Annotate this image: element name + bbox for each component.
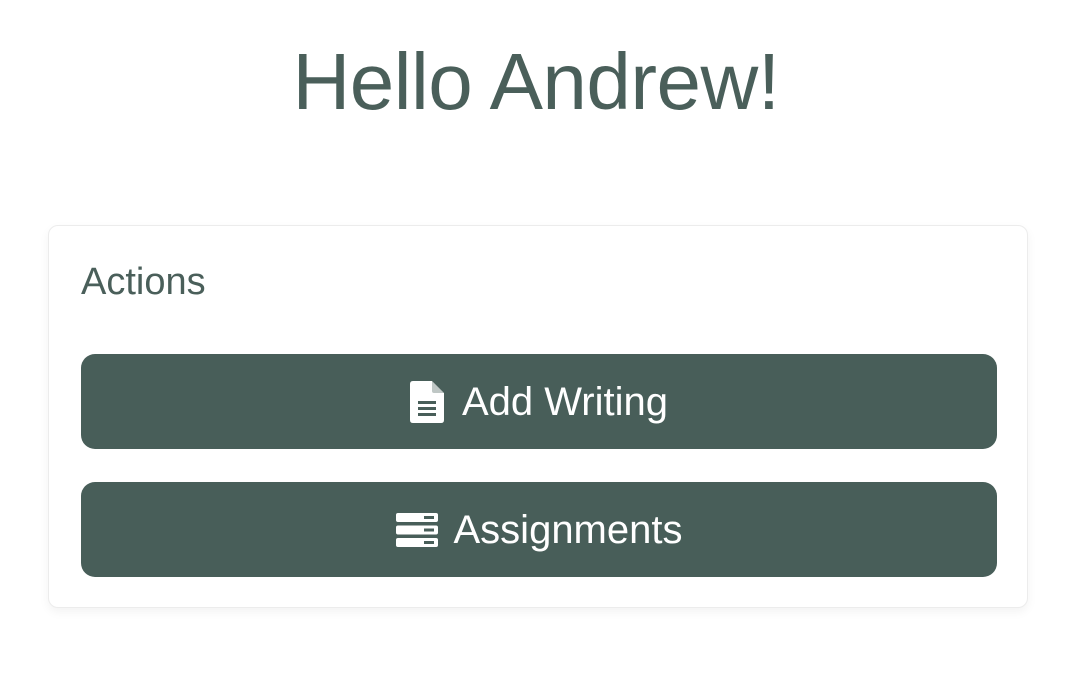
page: Hello Andrew! Actions Add Writing Assign… <box>0 0 1072 690</box>
add-writing-label: Add Writing <box>461 379 668 424</box>
file-document-icon <box>409 380 446 423</box>
add-writing-button[interactable]: Add Writing <box>81 354 997 449</box>
assignments-button[interactable]: Assignments <box>81 482 997 577</box>
actions-card: Actions Add Writing Assignments <box>48 225 1028 608</box>
page-greeting: Hello Andrew! <box>292 37 780 126</box>
actions-card-title: Actions <box>81 261 206 303</box>
server-stack-icon <box>395 512 438 547</box>
assignments-label: Assignments <box>453 507 683 552</box>
